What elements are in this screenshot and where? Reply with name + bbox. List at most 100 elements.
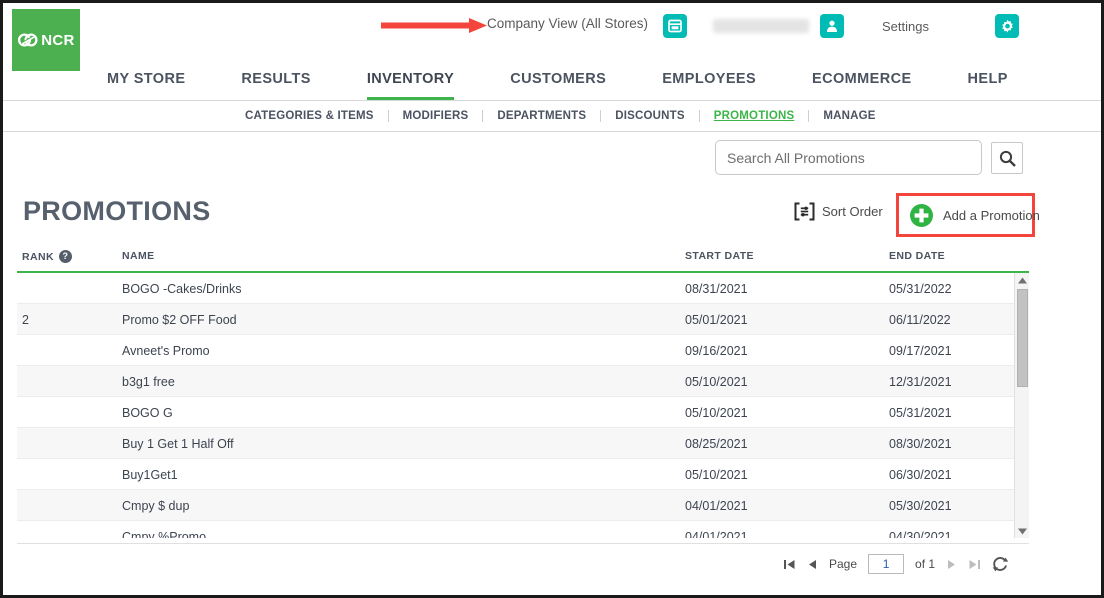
cell-start-date: 08/25/2021 — [685, 437, 748, 451]
table-row[interactable]: Buy 1 Get 1 Half Off 08/25/2021 08/30/20… — [17, 428, 1029, 459]
ncr-rings-icon — [18, 33, 38, 47]
table-scrollbar[interactable] — [1014, 273, 1029, 538]
refresh-button[interactable] — [992, 556, 1009, 573]
user-icon[interactable] — [820, 14, 844, 38]
search-input[interactable] — [715, 140, 982, 175]
scroll-down-icon[interactable] — [1015, 524, 1029, 538]
cell-end-date: 04/30/2021 — [889, 530, 952, 538]
subnav-item-departments[interactable]: DEPARTMENTS — [483, 110, 602, 122]
help-icon[interactable]: ? — [58, 250, 72, 263]
cell-end-date: 12/31/2021 — [889, 375, 952, 389]
table-header-row: RANK ? NAME START DATE END DATE — [17, 245, 1029, 273]
page-number-input[interactable] — [868, 554, 905, 574]
subnav-item-promotions[interactable]: PROMOTIONS — [700, 110, 810, 122]
nav-item-my-store[interactable]: MY STORE — [107, 71, 185, 100]
table-row[interactable]: BOGO G 05/10/2021 05/31/2021 — [17, 397, 1029, 428]
table-row[interactable]: 2 Promo $2 OFF Food 05/01/2021 06/11/202… — [17, 304, 1029, 335]
cell-name: BOGO G — [122, 406, 173, 420]
table-footer-divider — [17, 543, 1029, 544]
table-row[interactable]: Avneet's Promo 09/16/2021 09/17/2021 — [17, 335, 1029, 366]
table-row[interactable]: b3g1 free 05/10/2021 12/31/2021 — [17, 366, 1029, 397]
nav-item-inventory[interactable]: INVENTORY — [366, 71, 455, 100]
nav-item-customers[interactable]: CUSTOMERS — [510, 71, 606, 100]
cell-name: Buy1Get1 — [122, 468, 178, 482]
promotions-table: RANK ? NAME START DATE END DATE BOGO -Ca… — [17, 245, 1029, 538]
top-bar: NCR Company View (All Stores) Settings — [3, 3, 1101, 71]
nav-item-ecommerce[interactable]: ECOMMERCE — [812, 71, 911, 100]
column-header-rank-label: RANK — [22, 250, 54, 263]
column-header-rank: RANK ? — [22, 250, 72, 263]
page-title: PROMOTIONS — [23, 196, 211, 226]
sort-order-label: Sort Order — [822, 204, 883, 219]
cell-end-date: 09/17/2021 — [889, 344, 952, 358]
next-page-button[interactable] — [946, 558, 957, 571]
search-area — [715, 140, 1023, 175]
scrollbar-thumb[interactable] — [1017, 289, 1028, 387]
cell-name: Cmpy $ dup — [122, 499, 190, 513]
cell-end-date: 05/31/2022 — [889, 282, 952, 296]
page-total-label: of 1 — [915, 557, 936, 571]
username-redacted — [713, 19, 809, 33]
sub-navigation: CATEGORIES & ITEMS MODIFIERS DEPARTMENTS… — [3, 104, 1101, 132]
nav-item-employees[interactable]: EMPLOYEES — [662, 71, 756, 100]
prev-page-button[interactable] — [807, 558, 818, 571]
nav-item-results[interactable]: RESULTS — [241, 71, 310, 100]
settings-link[interactable]: Settings — [882, 19, 929, 34]
subnav-item-modifiers[interactable]: MODIFIERS — [389, 110, 484, 122]
plus-circle-icon — [910, 203, 933, 227]
table-row[interactable]: Buy1Get1 05/10/2021 06/30/2021 — [17, 459, 1029, 490]
table-body: BOGO -Cakes/Drinks 08/31/2021 05/31/2022… — [17, 273, 1029, 538]
cell-start-date: 05/01/2021 — [685, 313, 748, 327]
cell-end-date: 05/31/2021 — [889, 406, 952, 420]
subnav-item-categories-items[interactable]: CATEGORIES & ITEMS — [245, 110, 389, 122]
ncr-logo[interactable]: NCR — [12, 9, 80, 71]
main-navigation: MY STORE RESULTS INVENTORY CUSTOMERS EMP… — [3, 71, 1101, 101]
cell-name: b3g1 free — [122, 375, 175, 389]
cell-name: Promo $2 OFF Food — [122, 313, 237, 327]
gear-icon[interactable] — [995, 14, 1019, 38]
cell-start-date: 04/01/2021 — [685, 499, 748, 513]
subnav-item-manage[interactable]: MANAGE — [809, 110, 889, 122]
cell-end-date: 06/11/2022 — [889, 313, 951, 327]
cell-start-date: 09/16/2021 — [685, 344, 748, 358]
nav-item-help[interactable]: HELP — [968, 71, 1008, 100]
last-page-button[interactable] — [968, 558, 981, 571]
sort-order-icon — [794, 202, 815, 221]
store-glyph — [668, 19, 682, 33]
pagination-controls: Page of 1 — [783, 554, 1009, 574]
column-header-start-date: START DATE — [685, 250, 754, 262]
table-row[interactable]: BOGO -Cakes/Drinks 08/31/2021 05/31/2022 — [17, 273, 1029, 304]
cell-start-date: 05/10/2021 — [685, 468, 748, 482]
cell-name: BOGO -Cakes/Drinks — [122, 282, 242, 296]
search-icon — [999, 150, 1016, 167]
page-label: Page — [829, 557, 858, 571]
cell-end-date: 06/30/2021 — [889, 468, 952, 482]
cell-start-date: 08/31/2021 — [685, 282, 748, 296]
refresh-icon — [992, 556, 1009, 571]
table-row[interactable]: Cmpy %Promo 04/01/2021 04/30/2021 — [17, 521, 1029, 538]
ncr-logo-text: NCR — [41, 31, 75, 49]
search-button[interactable] — [991, 142, 1023, 174]
cell-name: Cmpy %Promo — [122, 530, 207, 538]
cell-end-date: 08/30/2021 — [889, 437, 952, 451]
gear-glyph — [1001, 19, 1013, 32]
column-header-end-date: END DATE — [889, 250, 946, 262]
person-glyph — [826, 20, 838, 32]
next-page-icon — [948, 559, 956, 569]
company-view-label[interactable]: Company View (All Stores) — [487, 16, 648, 31]
sort-order-button[interactable]: Sort Order — [794, 202, 883, 221]
cell-rank: 2 — [22, 313, 29, 327]
promotions-page: NCR Company View (All Stores) Settings M… — [0, 0, 1104, 598]
subnav-item-discounts[interactable]: DISCOUNTS — [601, 110, 700, 122]
add-promotion-label: Add a Promotion — [943, 207, 1040, 223]
table-row[interactable]: Cmpy $ dup 04/01/2021 05/30/2021 — [17, 490, 1029, 521]
cell-name: Buy 1 Get 1 Half Off — [122, 437, 234, 451]
cell-start-date: 04/01/2021 — [685, 530, 748, 538]
first-page-icon — [784, 559, 795, 569]
first-page-button[interactable] — [783, 558, 796, 571]
cell-start-date: 05/10/2021 — [685, 406, 748, 420]
store-icon[interactable] — [663, 14, 687, 38]
add-promotion-button[interactable]: Add a Promotion — [899, 203, 1040, 228]
scroll-up-icon[interactable] — [1015, 273, 1029, 287]
cell-start-date: 05/10/2021 — [685, 375, 748, 389]
